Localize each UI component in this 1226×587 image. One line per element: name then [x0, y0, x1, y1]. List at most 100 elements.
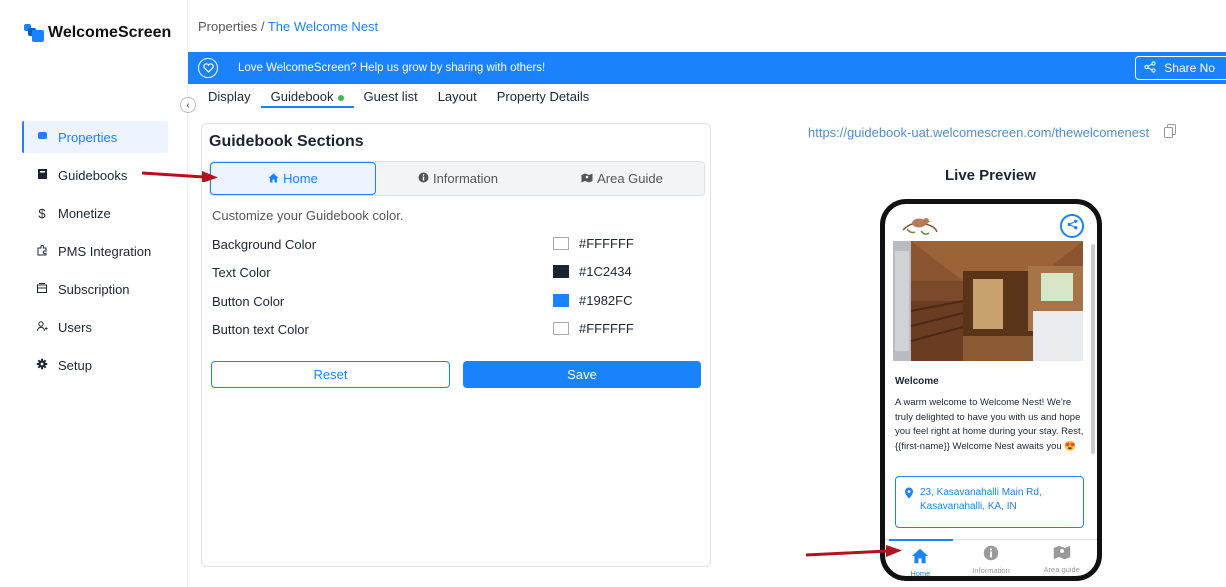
color-swatch[interactable] — [553, 322, 569, 335]
color-label: Background Color — [212, 237, 317, 252]
annotation-arrow-icon — [141, 171, 218, 182]
sidebar-item-setup[interactable]: Setup — [22, 349, 168, 381]
color-row-button-text: Button text Color #FFFFFF — [212, 321, 634, 337]
sidebar-nav: Properties Guidebooks $ Monetize PMS Int… — [22, 121, 168, 387]
welcome-text: A warm welcome to Welcome Nest! We're tr… — [895, 397, 1084, 452]
book-icon — [36, 168, 48, 183]
properties-icon — [36, 130, 48, 144]
sidebar-item-label: Monetize — [58, 205, 111, 221]
share-banner: Love WelcomeScreen? Help us grow by shar… — [188, 52, 1226, 84]
panel-title: Guidebook Sections — [209, 133, 364, 150]
subscription-icon — [36, 282, 48, 297]
banner-text: Love WelcomeScreen? Help us grow by shar… — [238, 62, 546, 74]
info-icon — [983, 545, 999, 563]
color-label: Button text Color — [212, 322, 309, 337]
bird-logo-icon — [899, 212, 939, 243]
save-button[interactable]: Save — [463, 361, 701, 388]
copy-icon[interactable] — [1164, 124, 1176, 138]
sidebar-item-label: Setup — [58, 357, 92, 373]
home-icon — [268, 171, 279, 186]
address-text: 23, Kasavanahalli Main Rd, Kasavanahalli… — [920, 487, 1042, 512]
color-row-text: Text Color #1C2434 — [212, 264, 632, 280]
info-icon — [418, 171, 429, 186]
tab-label: Guidebook — [270, 89, 334, 104]
sidebar-item-label: PMS Integration — [58, 243, 152, 259]
users-icon — [36, 320, 48, 335]
breadcrumb-root[interactable]: Properties — [198, 19, 257, 34]
status-dot-icon — [337, 94, 344, 101]
app-logo[interactable]: WelcomeScreen — [24, 24, 171, 42]
heart-icon — [198, 58, 218, 78]
preview-nav-information[interactable]: Information — [956, 540, 1027, 576]
share-icon — [1144, 60, 1156, 76]
guidebook-sections-panel: Guidebook Sections Home Information Area… — [201, 123, 711, 567]
color-hex[interactable]: #FFFFFF — [579, 236, 634, 251]
annotation-arrow-icon — [805, 545, 902, 557]
sidebar-item-users[interactable]: Users — [22, 311, 168, 343]
address-card[interactable]: 23, Kasavanahalli Main Rd, Kasavanahalli… — [895, 476, 1084, 528]
sidebar-item-pms-integration[interactable]: PMS Integration — [22, 235, 168, 267]
map-icon — [1053, 545, 1071, 562]
sidebar: WelcomeScreen Properties Guidebooks $ Mo… — [0, 0, 188, 587]
color-swatch[interactable] — [553, 237, 569, 250]
live-preview-title: Live Preview — [945, 167, 1036, 184]
app-name: WelcomeScreen — [48, 24, 172, 41]
preview-bottom-nav: Home Information Area guide — [885, 539, 1097, 576]
color-hex[interactable]: #FFFFFF — [579, 321, 634, 336]
color-hex[interactable]: #1C2434 — [579, 264, 632, 279]
share-now-label: Share No — [1164, 61, 1215, 75]
phone-header — [885, 204, 1097, 244]
color-swatch[interactable] — [553, 294, 569, 307]
sidebar-item-label: Guidebooks — [58, 167, 128, 183]
dollar-icon: $ — [38, 205, 46, 221]
color-label: Button Color — [212, 294, 285, 309]
preview-share-button[interactable] — [1060, 214, 1084, 238]
collapse-sidebar-button[interactable]: ‹ — [180, 97, 196, 113]
customize-text: Customize your Guidebook color. — [212, 208, 404, 223]
preview-nav-label: Area guide — [1043, 565, 1080, 574]
breadcrumb-separator: / — [257, 19, 268, 34]
gear-icon — [36, 358, 48, 373]
preview-nav-area-guide[interactable]: Area guide — [1026, 540, 1097, 576]
section-tab-information[interactable]: Information — [376, 162, 540, 195]
section-tab-label: Area Guide — [597, 171, 663, 186]
color-hex[interactable]: #1982FC — [579, 293, 632, 308]
section-tab-home[interactable]: Home — [210, 162, 376, 195]
tab-guidebook[interactable]: Guidebook — [260, 88, 354, 108]
section-tab-area-guide[interactable]: Area Guide — [540, 162, 704, 195]
location-pin-icon — [904, 486, 914, 504]
tab-guest-list[interactable]: Guest list — [354, 88, 428, 108]
tab-label: Property Details — [496, 89, 590, 104]
tab-layout[interactable]: Layout — [428, 88, 487, 108]
property-tabs: Display Guidebook Guest list Layout Prop… — [198, 88, 599, 108]
welcome-heading: Welcome — [895, 376, 939, 387]
tab-label: Guest list — [363, 89, 418, 104]
reset-button[interactable]: Reset — [211, 361, 450, 388]
home-icon — [911, 548, 929, 566]
tab-label: Layout — [437, 89, 477, 104]
section-tab-label: Home — [283, 171, 318, 186]
preview-nav-label: Information — [972, 566, 1010, 575]
guidebook-url-link[interactable]: https://guidebook-uat.welcomescreen.com/… — [808, 125, 1149, 140]
tab-label: Display — [208, 89, 251, 104]
phone-preview: Welcome A warm welcome to Welcome Nest! … — [880, 199, 1102, 581]
color-row-button: Button Color #1982FC — [212, 293, 632, 309]
logo-icon — [24, 24, 44, 42]
sidebar-item-label: Properties — [58, 129, 118, 145]
property-photo[interactable] — [893, 241, 1083, 361]
tab-property-details[interactable]: Property Details — [487, 88, 599, 108]
share-now-button[interactable]: Share No — [1135, 56, 1226, 80]
breadcrumb-current[interactable]: The Welcome Nest — [268, 19, 378, 34]
share-icon — [1067, 217, 1078, 235]
sidebar-item-label: Users — [58, 319, 92, 335]
color-swatch[interactable] — [553, 265, 569, 278]
color-row-background: Background Color #FFFFFF — [212, 236, 634, 252]
puzzle-icon — [36, 244, 48, 259]
sidebar-item-monetize[interactable]: $ Monetize — [22, 197, 168, 229]
sidebar-item-properties[interactable]: Properties — [22, 121, 168, 153]
sidebar-item-subscription[interactable]: Subscription — [22, 273, 168, 305]
section-tab-label: Information — [432, 171, 499, 186]
preview-scrollbar[interactable] — [1091, 244, 1095, 454]
map-icon — [581, 171, 593, 186]
tab-display[interactable]: Display — [198, 88, 261, 108]
